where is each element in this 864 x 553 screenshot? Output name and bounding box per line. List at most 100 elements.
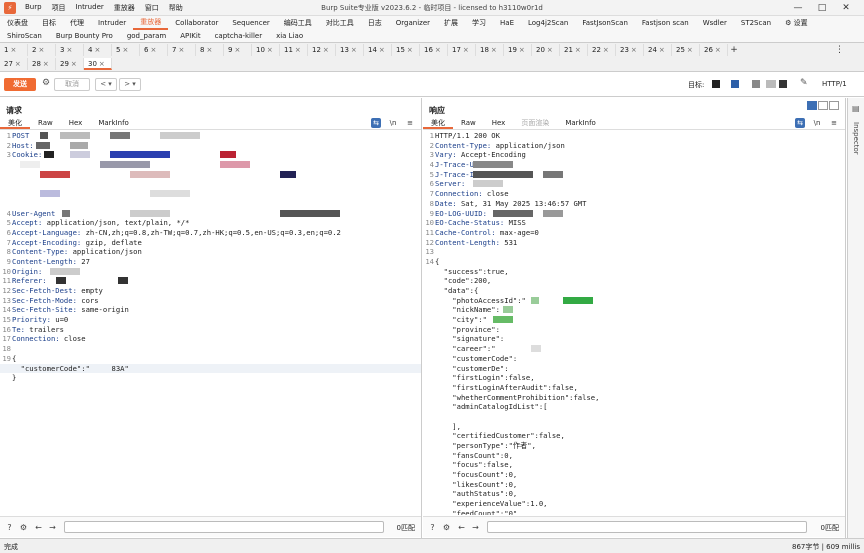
request-tab[interactable]: 15 ×	[392, 44, 420, 56]
request-tab[interactable]: 13 ×	[336, 44, 364, 56]
menu-item[interactable]: 重放器	[109, 3, 140, 13]
request-tab[interactable]: 10 ×	[252, 44, 280, 56]
tool-tab[interactable]: Fastjson scan	[635, 17, 696, 29]
close-tab-icon[interactable]: ×	[687, 46, 693, 54]
back-arrow-icon[interactable]: ←	[456, 522, 467, 533]
request-tab-hex[interactable]: Hex	[61, 118, 91, 129]
help-icon[interactable]: ?	[427, 522, 438, 533]
tool-tab[interactable]: HaE	[493, 17, 521, 29]
close-tab-icon[interactable]: ×	[631, 46, 637, 54]
tool-tab[interactable]: 日志	[361, 17, 389, 29]
response-tab-pretty[interactable]: 美化	[423, 118, 453, 129]
close-tab-icon[interactable]: ×	[267, 46, 273, 54]
gear-icon[interactable]: ⚙	[18, 522, 29, 533]
close-tab-icon[interactable]: ×	[659, 46, 665, 54]
minimize-button[interactable]: —	[786, 2, 810, 14]
request-tab[interactable]: 26 ×	[700, 44, 728, 56]
close-tab-icon[interactable]: ×	[435, 46, 441, 54]
tool-tab[interactable]: FastJsonScan	[575, 17, 635, 29]
layout-split-icon[interactable]	[807, 101, 817, 110]
request-tab[interactable]: 21 ×	[560, 44, 588, 56]
close-tab-icon[interactable]: ×	[99, 60, 105, 68]
tool-tab[interactable]: Log4j2Scan	[521, 17, 575, 29]
request-tab[interactable]: 11 ×	[280, 44, 308, 56]
request-tab[interactable]: 30 ×	[84, 58, 112, 70]
help-icon[interactable]: ?	[4, 522, 15, 533]
close-tab-icon[interactable]: ×	[150, 46, 156, 54]
back-button[interactable]: < ▾	[95, 78, 117, 91]
newline-icon[interactable]: \n	[812, 118, 822, 128]
request-tab[interactable]: 9 ×	[224, 44, 252, 56]
tool-tab[interactable]: 对比工具	[319, 17, 361, 29]
inspector-sidebar[interactable]: ▤ Inspector	[847, 98, 864, 538]
close-tab-icon[interactable]: ×	[122, 46, 128, 54]
request-tab[interactable]: 3 ×	[56, 44, 84, 56]
tool-tab[interactable]: 编码工具	[277, 17, 319, 29]
request-tab[interactable]: 28 ×	[28, 58, 56, 70]
forward-arrow-icon[interactable]: →	[470, 522, 481, 533]
tool-tab[interactable]: 仪表盘	[0, 17, 35, 29]
back-arrow-icon[interactable]: ←	[33, 522, 44, 533]
close-tab-icon[interactable]: ×	[715, 46, 721, 54]
close-tab-icon[interactable]: ×	[94, 46, 100, 54]
response-search-input[interactable]	[487, 521, 807, 533]
request-tab[interactable]: 17 ×	[448, 44, 476, 56]
extension-tab[interactable]: captcha-killer	[208, 30, 270, 42]
tool-tab[interactable]: ST2Scan	[734, 17, 778, 29]
extension-tab[interactable]: god_param	[120, 30, 173, 42]
menu-item[interactable]: 项目	[47, 3, 71, 13]
close-tab-icon[interactable]: ×	[66, 46, 72, 54]
tool-tab[interactable]: ⚙ 设置	[778, 17, 815, 29]
tool-tab[interactable]: 目标	[35, 17, 63, 29]
close-tab-icon[interactable]: ×	[603, 46, 609, 54]
request-tab[interactable]: 4 ×	[84, 44, 112, 56]
close-tab-icon[interactable]: ×	[491, 46, 497, 54]
tool-tab[interactable]: Intruder	[91, 17, 133, 29]
request-tab[interactable]: 1 ×	[0, 44, 28, 56]
close-tab-icon[interactable]: ×	[43, 60, 49, 68]
gear-icon[interactable]: ⚙	[441, 522, 452, 533]
tool-tab[interactable]: 扩展	[437, 17, 465, 29]
request-tab[interactable]: 16 ×	[420, 44, 448, 56]
menu-item[interactable]: 帮助	[164, 3, 188, 13]
wrap-icon[interactable]: ⇆	[371, 118, 381, 128]
close-tab-icon[interactable]: ×	[178, 46, 184, 54]
extension-tab[interactable]: Burp Bounty Pro	[49, 30, 120, 42]
more-tabs-icon[interactable]: ⋮	[835, 45, 844, 55]
extension-tab[interactable]: APIKit	[173, 30, 207, 42]
request-tab[interactable]: 20 ×	[532, 44, 560, 56]
close-tab-icon[interactable]: ×	[71, 60, 77, 68]
request-tab[interactable]: 14 ×	[364, 44, 392, 56]
request-tab[interactable]: 19 ×	[504, 44, 532, 56]
close-tab-icon[interactable]: ×	[575, 46, 581, 54]
close-tab-icon[interactable]: ×	[234, 46, 240, 54]
menu-item[interactable]: Burp	[20, 3, 47, 13]
layout-single-icon[interactable]	[829, 101, 839, 110]
request-tab-raw[interactable]: Raw	[30, 118, 61, 129]
maximize-button[interactable]: □	[810, 2, 834, 14]
request-tab[interactable]: 2 ×	[28, 44, 56, 56]
newline-icon[interactable]: \n	[388, 118, 398, 128]
request-tab[interactable]: 22 ×	[588, 44, 616, 56]
tool-tab[interactable]: Sequencer	[225, 17, 276, 29]
close-tab-icon[interactable]: ×	[379, 46, 385, 54]
request-tab[interactable]: 6 ×	[140, 44, 168, 56]
send-button[interactable]: 发送	[4, 78, 36, 91]
tool-tab[interactable]: 重放器	[133, 16, 169, 30]
request-editor[interactable]: 1POST 2Host: 3Cookie: 4User-Agent 5Accept: a…	[0, 131, 421, 515]
inspector-icon[interactable]: ▤	[852, 104, 860, 113]
cancel-button[interactable]: 取消	[54, 78, 90, 91]
request-tab[interactable]: 24 ×	[644, 44, 672, 56]
request-tab[interactable]: 23 ×	[616, 44, 644, 56]
request-tab[interactable]: 8 ×	[196, 44, 224, 56]
extension-tab[interactable]: xia Liao	[269, 30, 310, 42]
tool-tab[interactable]: Collaborator	[168, 17, 225, 29]
close-tab-icon[interactable]: ×	[519, 46, 525, 54]
inspector-label[interactable]: Inspector	[852, 122, 860, 155]
close-button[interactable]: ✕	[834, 2, 858, 14]
close-tab-icon[interactable]: ×	[351, 46, 357, 54]
close-tab-icon[interactable]: ×	[10, 46, 16, 54]
request-tab[interactable]: 5 ×	[112, 44, 140, 56]
response-editor[interactable]: 1HTTP/1.1 200 OK 2Content-Type: applicati…	[423, 131, 845, 515]
close-tab-icon[interactable]: ×	[38, 46, 44, 54]
